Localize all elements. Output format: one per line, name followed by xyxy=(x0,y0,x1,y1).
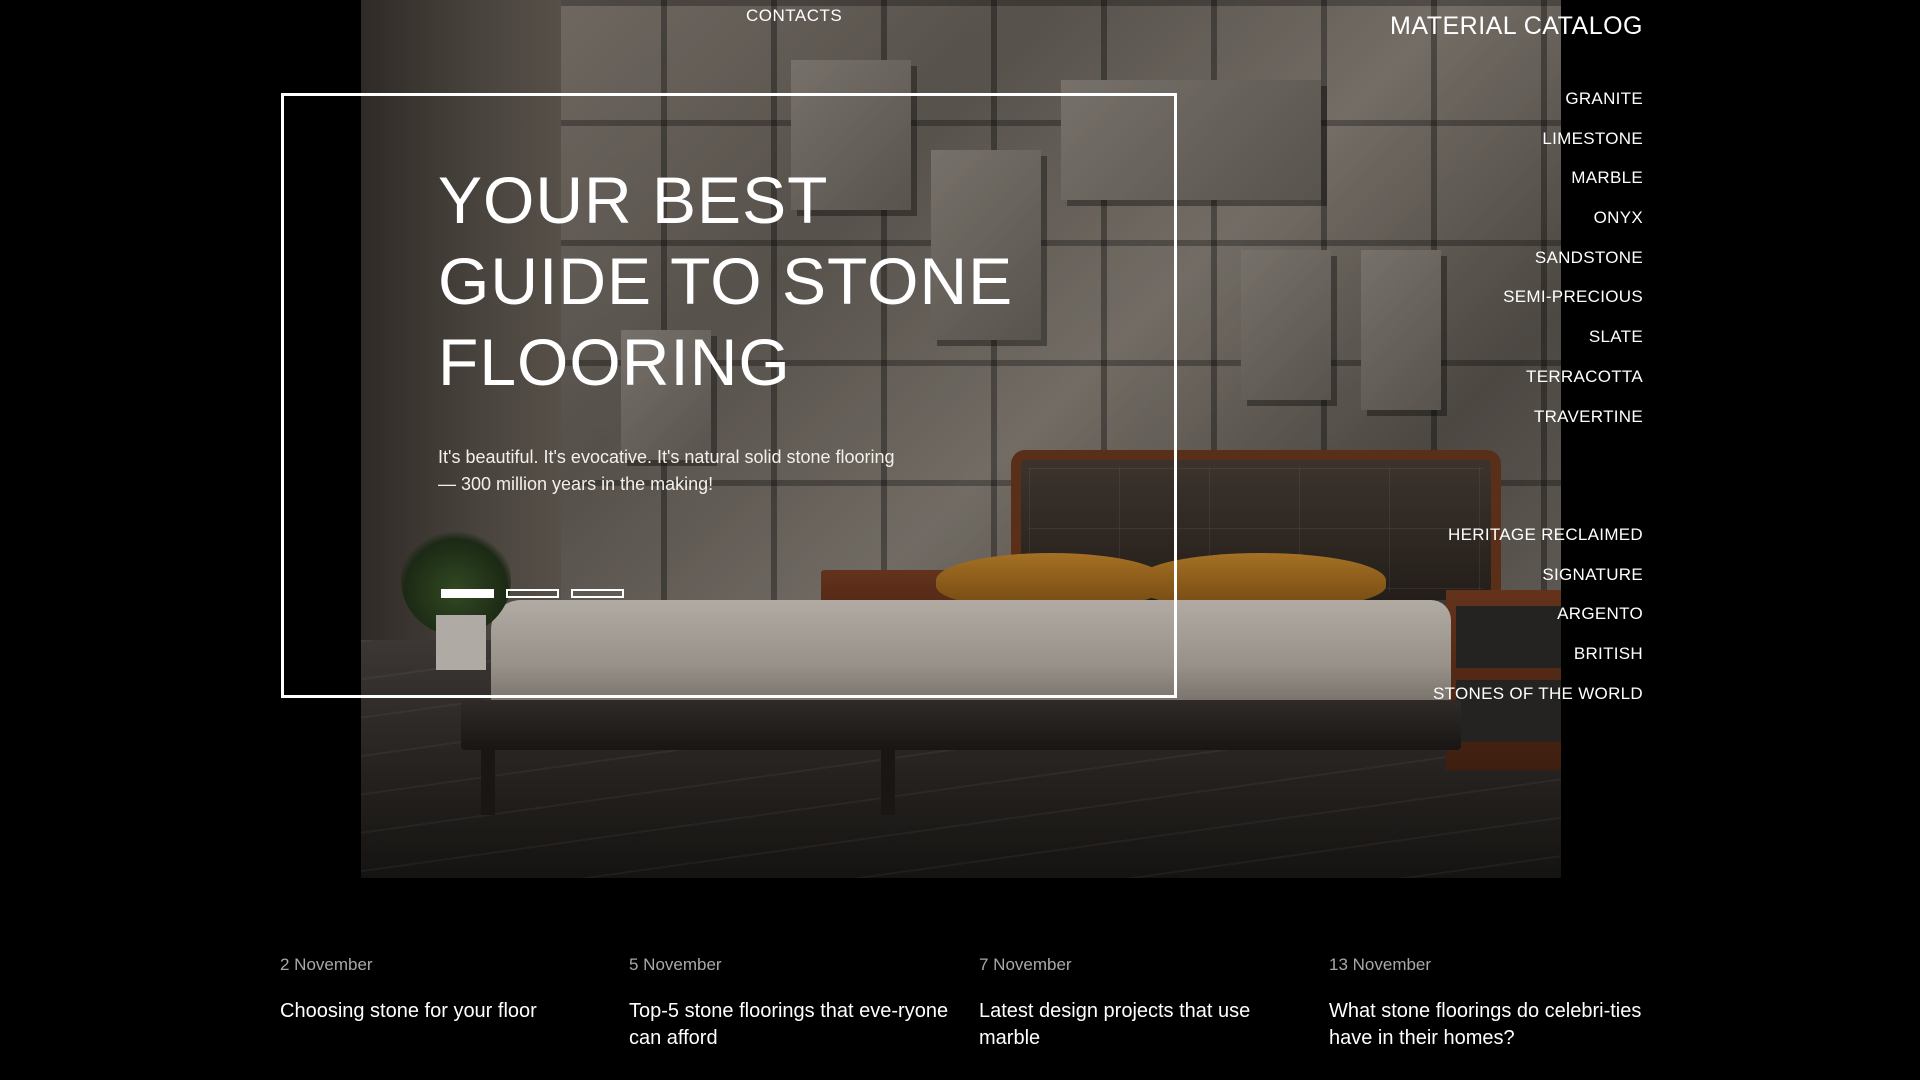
page: CONTACTS YOUR BEST GUIDE TO STONE FLOORI… xyxy=(0,0,1920,1080)
menu-link[interactable]: LIMESTONE xyxy=(1542,129,1643,148)
menu-item-british: BRITISH xyxy=(1433,644,1643,684)
menu-item-granite: GRANITE xyxy=(1503,89,1643,129)
menu-link[interactable]: BRITISH xyxy=(1574,644,1643,663)
menu-link[interactable]: SIGNATURE xyxy=(1542,565,1643,584)
menu-link[interactable]: TERRACOTTA xyxy=(1526,367,1643,386)
menu-item-terracotta: TERRACOTTA xyxy=(1503,367,1643,407)
news-item: 2 November Choosing stone for your floor xyxy=(280,955,600,1025)
news-date: 7 November xyxy=(979,955,1072,974)
news-item: 5 November Top-5 stone floorings that ev… xyxy=(629,955,949,1052)
news-item: 13 November What stone floorings do cele… xyxy=(1329,955,1649,1052)
slide-indicator-1[interactable] xyxy=(441,589,494,598)
hero-subtitle: It's beautiful. It's evocative. It's nat… xyxy=(438,447,895,494)
menu-link[interactable]: SLATE xyxy=(1589,327,1643,346)
menu-item-limestone: LIMESTONE xyxy=(1503,129,1643,169)
menu-item-travertine: TRAVERTINE xyxy=(1503,407,1643,447)
news-title-link[interactable]: Latest design projects that use marble xyxy=(979,998,1299,1052)
hero-title: YOUR BEST GUIDE TO STONE FLOORING xyxy=(438,163,1014,399)
menu-link[interactable]: ARGENTO xyxy=(1557,604,1643,623)
news-date: 13 November xyxy=(1329,955,1432,974)
news-date: 2 November xyxy=(280,955,373,974)
menu-link[interactable]: TRAVERTINE xyxy=(1534,407,1643,426)
menu-link[interactable]: STONES OF THE WORLD xyxy=(1433,684,1643,703)
news-date: 5 November xyxy=(629,955,722,974)
menu-link[interactable]: SEMI-PRECIOUS xyxy=(1503,287,1643,306)
menu-item-stones-of-the-world: STONES OF THE WORLD xyxy=(1433,684,1643,724)
menu-link[interactable]: HERITAGE RECLAIMED xyxy=(1448,525,1643,544)
materials-menu: GRANITE LIMESTONE MARBLE ONYX SANDSTONE … xyxy=(1503,89,1643,446)
slide-indicator-2[interactable] xyxy=(506,589,559,598)
menu-link[interactable]: GRANITE xyxy=(1565,89,1643,108)
contacts-link[interactable]: CONTACTS xyxy=(746,6,842,26)
menu-item-semi-precious: SEMI-PRECIOUS xyxy=(1503,287,1643,327)
slider-pagination xyxy=(441,589,624,598)
menu-link[interactable]: ONYX xyxy=(1594,208,1643,227)
menu-item-signature: SIGNATURE xyxy=(1433,565,1643,605)
menu-link[interactable]: SANDSTONE xyxy=(1535,248,1643,267)
news-title-link[interactable]: Choosing stone for your floor xyxy=(280,998,600,1025)
menu-item-sandstone: SANDSTONE xyxy=(1503,248,1643,288)
menu-item-marble: MARBLE xyxy=(1503,168,1643,208)
collections-menu: HERITAGE RECLAIMED SIGNATURE ARGENTO BRI… xyxy=(1433,525,1643,723)
menu-item-onyx: ONYX xyxy=(1503,208,1643,248)
menu-item-argento: ARGENTO xyxy=(1433,604,1643,644)
news-item: 7 November Latest design projects that u… xyxy=(979,955,1299,1052)
slide-indicator-3[interactable] xyxy=(571,589,624,598)
catalog-title: MATERIAL CATALOG xyxy=(1390,12,1643,40)
news-title-link[interactable]: What stone floorings do celebri-ties hav… xyxy=(1329,998,1649,1052)
menu-item-heritage-reclaimed: HERITAGE RECLAIMED xyxy=(1433,525,1643,565)
news-title-link[interactable]: Top-5 stone floorings that eve-ryone can… xyxy=(629,998,949,1052)
menu-item-slate: SLATE xyxy=(1503,327,1643,367)
menu-link[interactable]: MARBLE xyxy=(1571,168,1643,187)
